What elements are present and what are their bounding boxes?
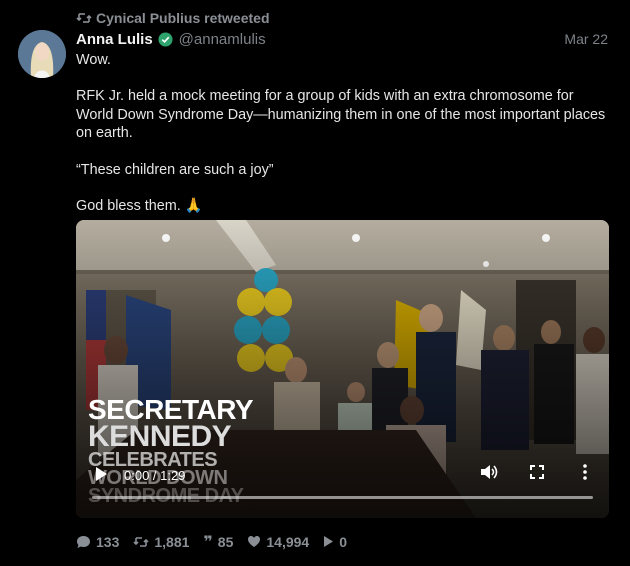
tweet-line: God bless them. 🙏 [76,198,203,215]
retweet-icon [76,13,92,23]
quote-icon: ❞ [203,532,213,551]
tweet-date[interactable]: Mar 22 [564,31,608,47]
quote-count: 85 [217,533,234,550]
tweet-line: RFK Jr. held a mock meeting for a group … [76,88,606,142]
heart-icon [248,536,261,547]
tweet-header: Anna Lulis @annamlulis Mar 22 [76,29,608,49]
video-progress-track[interactable] [92,496,593,499]
retweet-count: 1,881 [154,533,190,550]
reply-stat[interactable]: 133 [76,534,119,550]
reply-count: 133 [96,533,120,550]
volume-icon[interactable] [480,464,498,480]
comment-icon [77,535,90,548]
verified-icon [158,31,173,47]
tweet-line: Wow. [76,52,111,68]
author-handle[interactable]: @annamlulis [179,31,266,48]
engagement-bar: 133 1,881 ❞ 85 14,994 0 [76,532,347,551]
tweet-line: “These children are such a joy” [76,161,274,178]
retweet-icon [133,536,149,547]
video-player[interactable]: SECRETARY KENNEDY CELEBRATES WORLD DOWN … [76,220,609,518]
video-controls: 0:00 / 1:29 [76,458,609,518]
retweet-indicator: Cynical Publius retweeted [76,10,270,26]
tweet-text: Wow. RFK Jr. held a mock meeting for a g… [76,51,608,215]
author-name[interactable]: Anna Lulis [76,31,153,48]
play-icon[interactable] [94,466,108,482]
more-options-icon[interactable] [582,464,588,480]
video-overlay-title: KENNEDY [88,420,232,453]
view-stat[interactable]: 0 [323,534,347,550]
video-time: 0:00 / 1:29 [124,468,186,483]
fullscreen-icon[interactable] [530,465,544,479]
quote-stat[interactable]: ❞ 85 [203,532,233,551]
avatar[interactable] [18,30,66,78]
like-stat[interactable]: 14,994 [247,534,309,550]
play-icon [324,536,334,547]
retweet-text[interactable]: Cynical Publius retweeted [96,10,270,26]
like-count: 14,994 [266,533,310,550]
view-count: 0 [339,533,347,550]
retweet-stat[interactable]: 1,881 [133,534,189,550]
